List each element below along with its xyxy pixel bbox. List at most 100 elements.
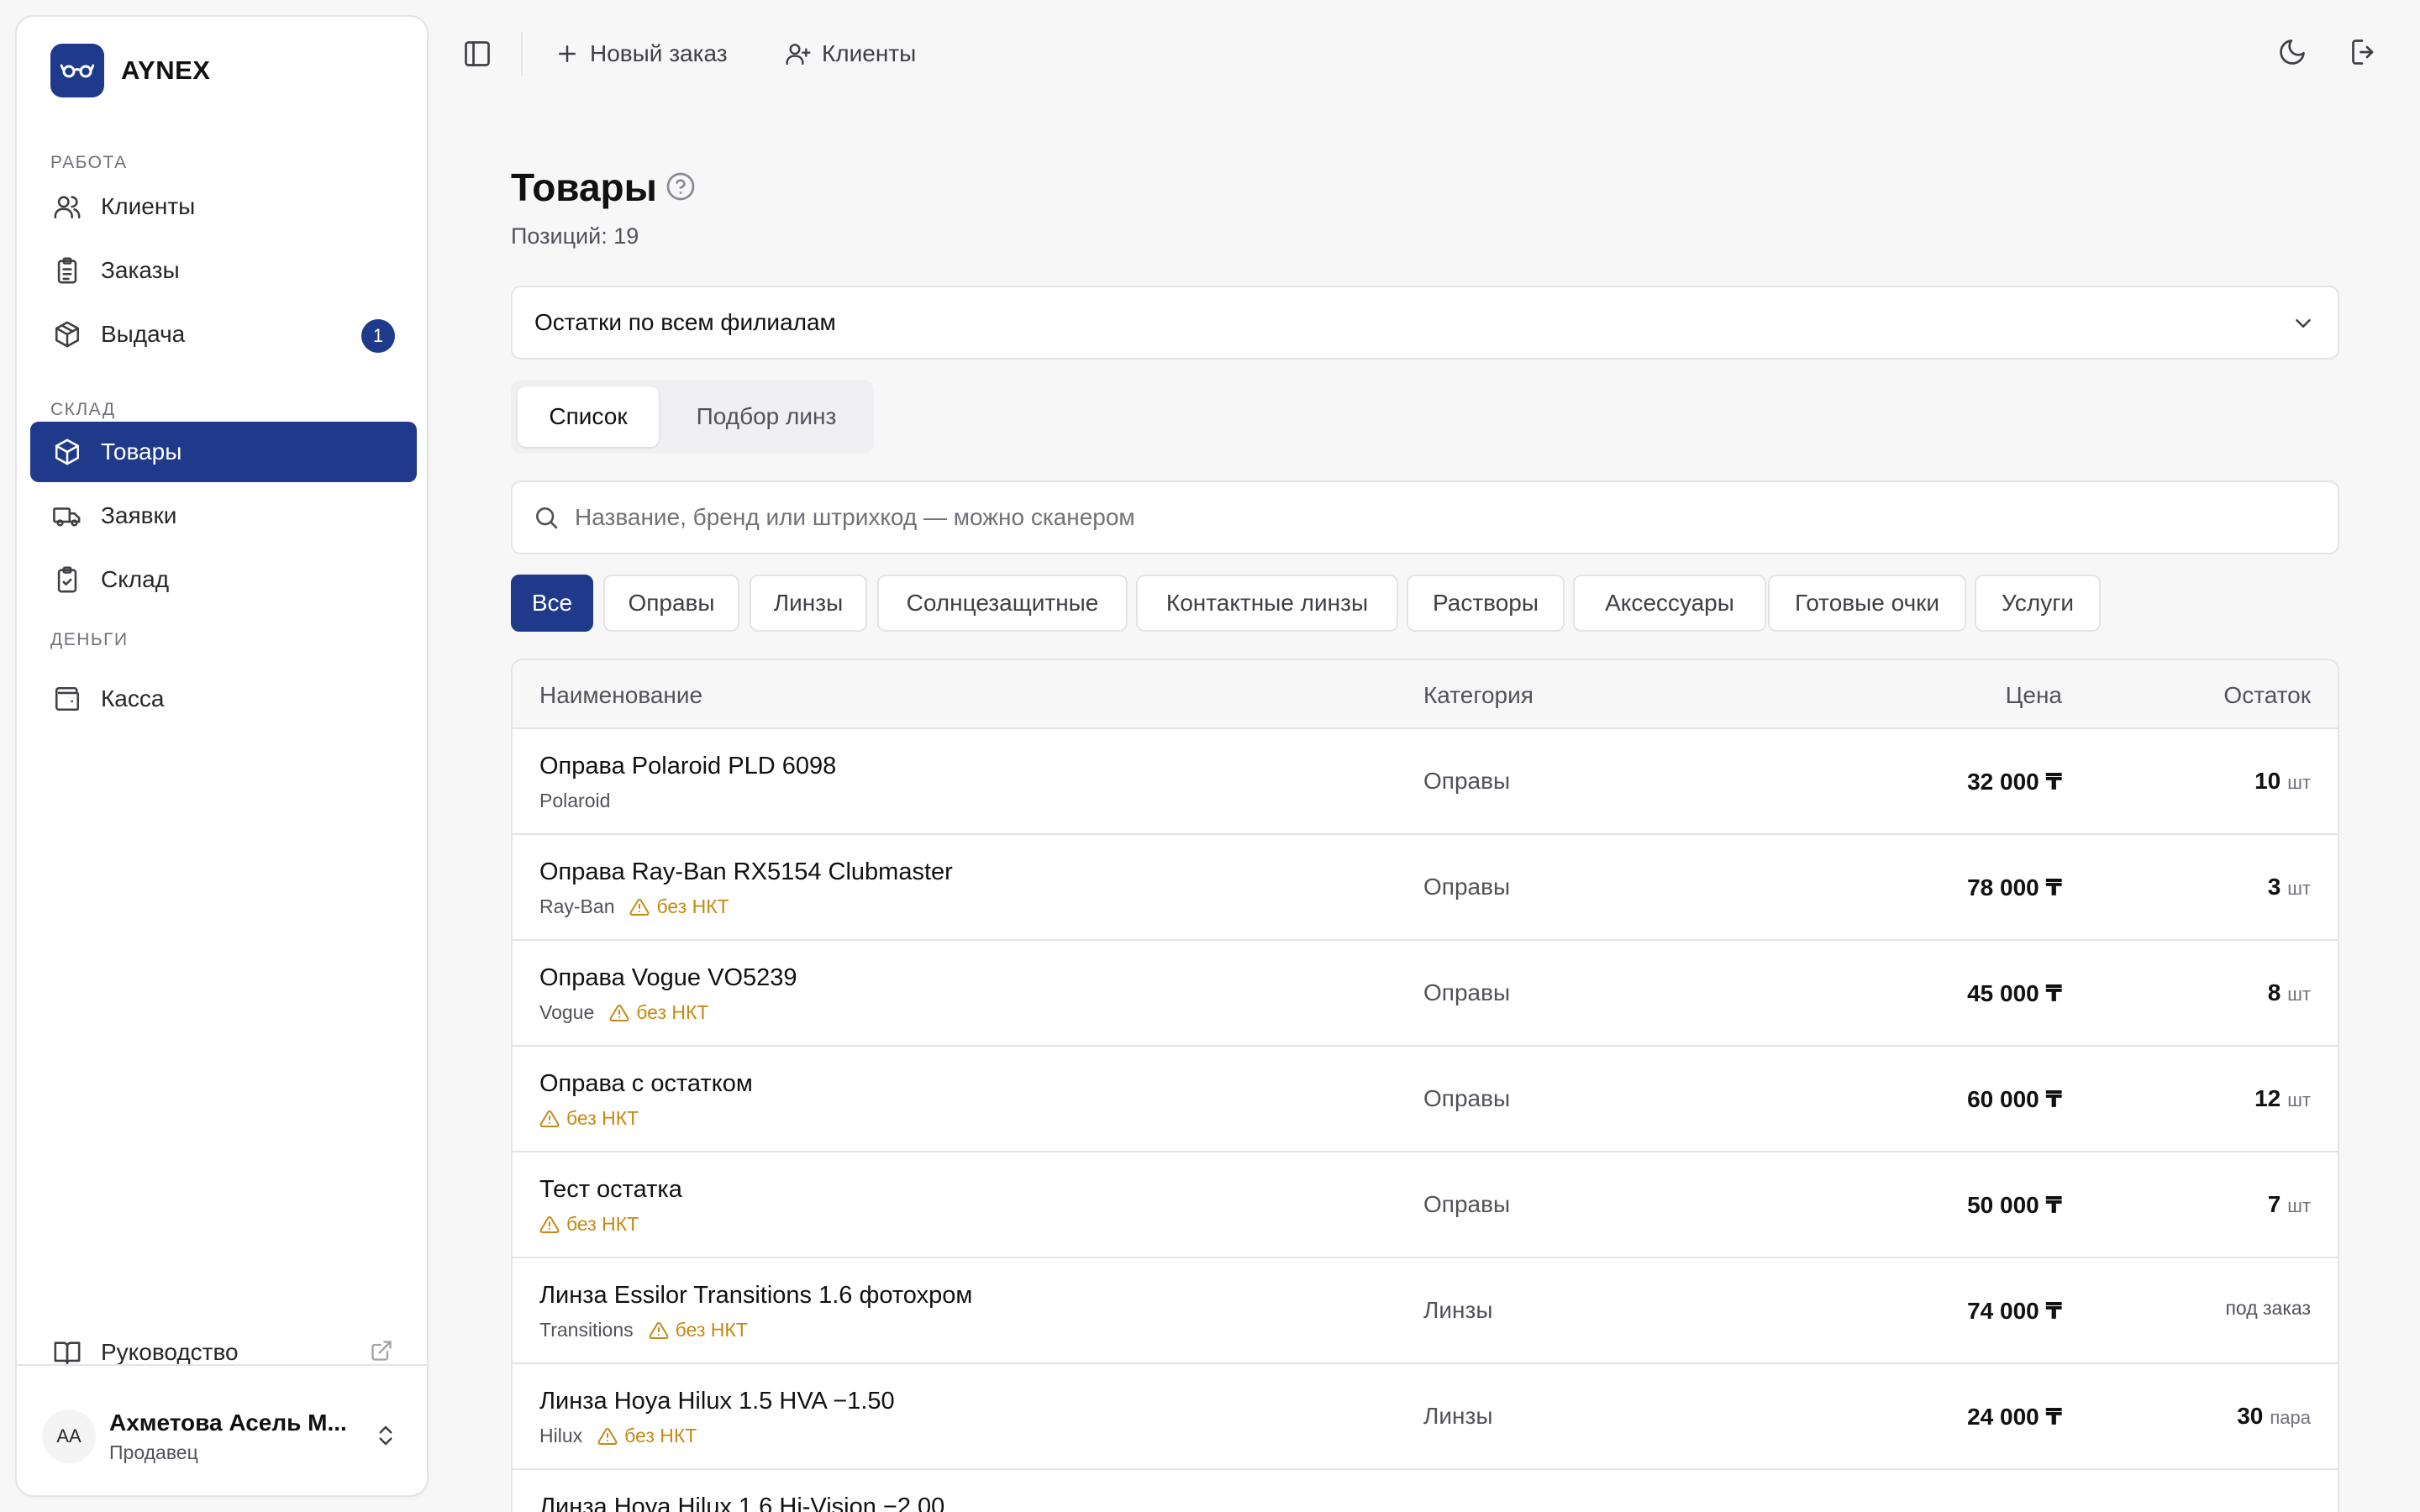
warning-triangle-icon (649, 1321, 669, 1339)
chevrons-up-down-icon (373, 1423, 398, 1448)
tab-lens-selection[interactable]: Подбор линз (666, 386, 867, 447)
product-stock: 7 шт (2267, 1191, 2311, 1217)
users-icon (50, 190, 84, 223)
filter-sunglasses[interactable]: Солнцезащитные (877, 575, 1128, 632)
table-header: Наименование Категория Цена Остаток (513, 660, 2338, 729)
column-name[interactable]: Наименование (539, 682, 702, 709)
sidebar-item-clients[interactable]: Клиенты (30, 176, 417, 237)
product-category: Оправы (1423, 1191, 1511, 1217)
truck-icon (50, 499, 84, 533)
product-price: 45 000 ₸ (1967, 980, 2062, 1006)
product-meta: Transitions без НКТ (539, 1319, 748, 1341)
product-category: Оправы (1423, 874, 1511, 900)
theme-toggle-button[interactable] (2277, 37, 2307, 67)
box-icon (50, 435, 84, 469)
pickup-count-badge: 1 (361, 319, 395, 353)
table-row[interactable]: Оправа с остатком без НКТ Оправы 60 000 … (513, 1047, 2338, 1152)
no-nkt-warning: без НКТ (609, 1001, 708, 1024)
chevron-down-icon (2291, 311, 2316, 336)
sidebar-item-cashbox[interactable]: Касса (30, 669, 417, 729)
product-brand: Polaroid (539, 790, 611, 811)
warning-triangle-icon (539, 1110, 560, 1127)
brand-name: AYNEX (121, 55, 211, 85)
product-name: Линза Hoya Hilux 1.6 Hi-Vision −2.00 (539, 1494, 945, 1512)
stock-on-order: под заказ (2225, 1297, 2311, 1319)
sidebar-item-warehouse[interactable]: Склад (30, 549, 417, 610)
table-row[interactable]: Линза Hoya Hilux 1.6 Hi-Vision −2.00 (513, 1470, 2338, 1512)
filter-services[interactable]: Услуги (1975, 575, 2101, 632)
no-nkt-warning: без НКТ (649, 1319, 748, 1341)
product-price: 24 000 ₸ (1967, 1404, 2062, 1430)
filter-contact-lenses[interactable]: Контактные линзы (1136, 575, 1398, 632)
sidebar-item-requests[interactable]: Заявки (30, 486, 417, 546)
sidebar-item-guide[interactable]: Руководство (30, 1322, 417, 1383)
no-nkt-warning: без НКТ (629, 895, 729, 918)
table-row[interactable]: Оправа Vogue VO5239 Vogue без НКТ Оправы… (513, 941, 2338, 1047)
column-category[interactable]: Категория (1423, 682, 1534, 709)
tab-list[interactable]: Список (518, 386, 659, 447)
section-label-work: РАБОТА (50, 153, 128, 172)
product-meta: Polaroid (539, 790, 625, 812)
table-row[interactable]: Оправа Ray-Ban RX5154 Clubmaster Ray-Ban… (513, 835, 2338, 941)
new-order-button[interactable]: Новый заказ (555, 34, 728, 74)
no-nkt-warning: без НКТ (539, 1213, 639, 1236)
product-stock: 12 шт (2254, 1085, 2311, 1111)
product-name: Оправа Ray-Ban RX5154 Clubmaster (539, 858, 953, 885)
glasses-logo-icon (50, 44, 104, 97)
product-name: Оправа Vogue VO5239 (539, 964, 797, 991)
table-row[interactable]: Линза Essilor Transitions 1.6 фотохром T… (513, 1258, 2338, 1364)
sidebar: AYNEX РАБОТА Клиенты Заказы Выдача 1 СКЛ… (15, 15, 429, 1497)
product-stock: под заказ (2225, 1297, 2311, 1320)
product-name: Линза Essilor Transitions 1.6 фотохром (539, 1282, 973, 1309)
sidebar-item-products[interactable]: Товары (30, 422, 417, 482)
filter-frames[interactable]: Оправы (603, 575, 739, 632)
clients-button[interactable]: Клиенты (785, 34, 916, 74)
product-stock: 3 шт (2267, 874, 2311, 900)
topbar-divider (521, 32, 523, 76)
product-stock: 30 пара (2237, 1403, 2311, 1429)
product-meta: Ray-Ban без НКТ (539, 895, 729, 918)
user-menu[interactable]: АА Ахметова Асель М... Продавец (42, 1394, 412, 1478)
column-stock[interactable]: Остаток (2223, 682, 2311, 709)
warning-triangle-icon (539, 1215, 560, 1233)
table-row[interactable]: Оправа Polaroid PLD 6098 Polaroid Оправы… (513, 729, 2338, 835)
table-row[interactable]: Линза Hoya Hilux 1.5 HVA −1.50 Hilux без… (513, 1364, 2338, 1470)
products-table: Наименование Категория Цена Остаток Опра… (511, 659, 2339, 1512)
section-label-money: ДЕНЬГИ (50, 630, 129, 649)
search-field[interactable] (511, 480, 2339, 554)
clipboard-check-icon (50, 563, 84, 596)
product-meta: Vogue без НКТ (539, 1001, 708, 1024)
branch-select[interactable]: Остатки по всем филиалам (511, 286, 2339, 360)
filter-accessories[interactable]: Аксессуары (1573, 575, 1766, 632)
product-category: Оправы (1423, 1085, 1511, 1111)
filter-lenses[interactable]: Линзы (750, 575, 867, 632)
product-price: 74 000 ₸ (1967, 1298, 2062, 1324)
sidebar-item-pickup[interactable]: Выдача 1 (30, 304, 417, 365)
product-name: Линза Hoya Hilux 1.5 HVA −1.50 (539, 1388, 895, 1415)
product-stock: 10 шт (2254, 768, 2311, 794)
product-brand: Vogue (539, 1001, 595, 1023)
filter-solutions[interactable]: Растворы (1407, 575, 1565, 632)
help-circle-icon[interactable] (666, 171, 696, 202)
avatar: АА (42, 1410, 96, 1463)
product-price: 60 000 ₸ (1967, 1086, 2062, 1112)
table-row[interactable]: Тест остатка без НКТ Оправы 50 000 ₸ 7 шт (513, 1152, 2338, 1258)
product-stock: 8 шт (2267, 979, 2311, 1005)
filter-ready-glasses[interactable]: Готовые очки (1768, 575, 1966, 632)
product-name: Оправа с остатком (539, 1070, 753, 1097)
search-input[interactable] (575, 504, 2255, 531)
product-price: 50 000 ₸ (1967, 1192, 2062, 1218)
user-name: Ахметова Асель М... (109, 1409, 347, 1436)
sidebar-toggle-button[interactable] (462, 39, 492, 69)
branch-select-value: Остатки по всем филиалам (534, 309, 836, 335)
sidebar-divider (17, 1364, 427, 1366)
brand[interactable]: AYNEX (50, 44, 210, 97)
search-icon (533, 504, 560, 531)
sidebar-item-orders[interactable]: Заказы (30, 240, 417, 301)
product-category: Оправы (1423, 979, 1511, 1005)
filter-all[interactable]: Все (511, 575, 593, 632)
warning-triangle-icon (630, 898, 650, 916)
user-plus-icon (785, 40, 812, 67)
logout-button[interactable] (2349, 37, 2380, 67)
column-price[interactable]: Цена (2006, 682, 2062, 709)
